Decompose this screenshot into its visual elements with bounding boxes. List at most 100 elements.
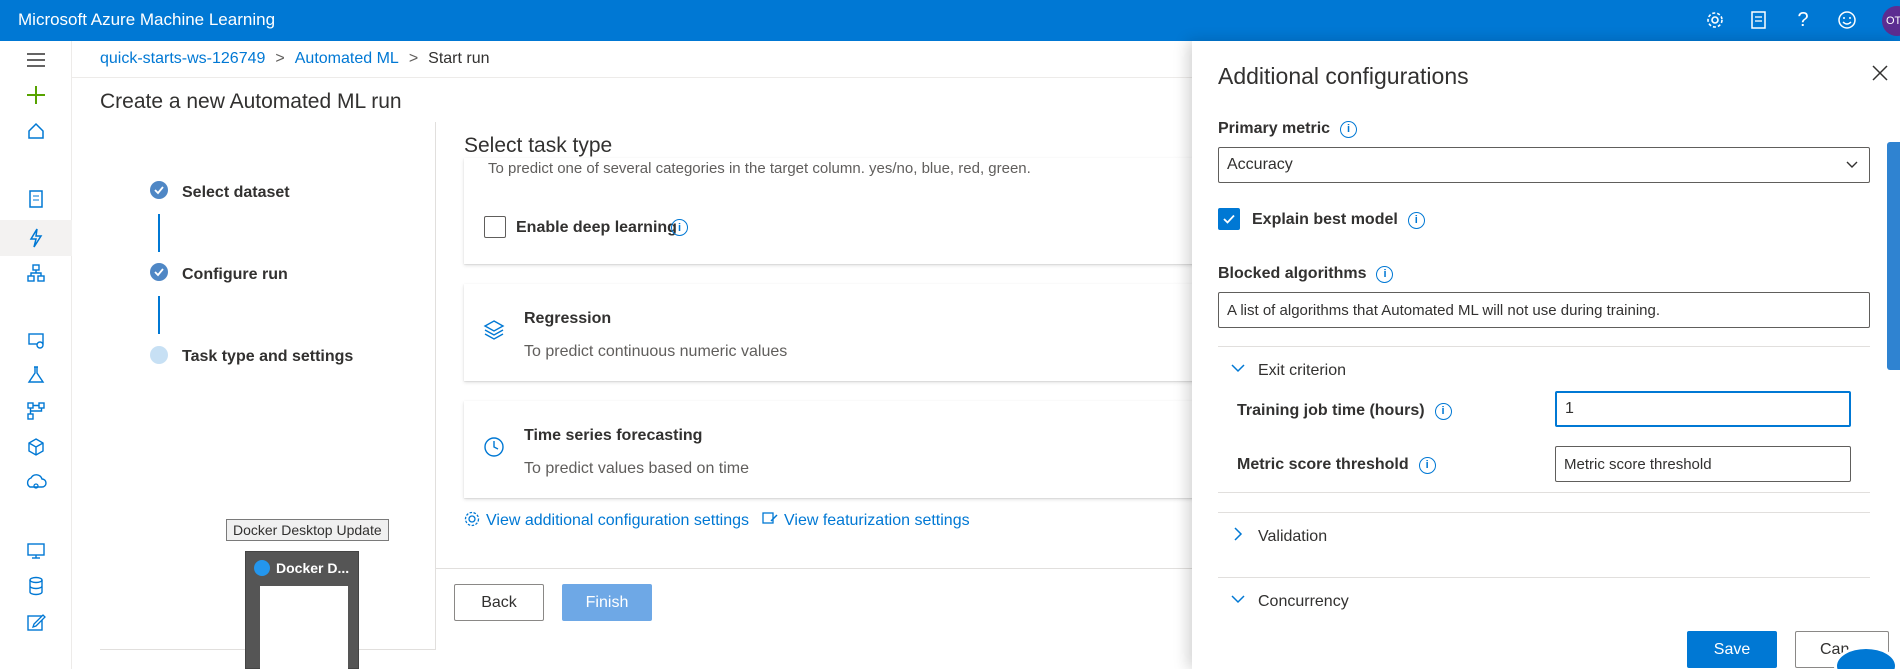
info-icon[interactable]: i xyxy=(1418,456,1436,474)
classification-card[interactable]: To predict one of several categories in … xyxy=(464,158,1204,264)
regression-layers-icon xyxy=(482,318,506,342)
step-task-type-settings[interactable]: Task type and settings xyxy=(182,348,353,366)
breadcrumb-divider xyxy=(72,77,1192,78)
app-title[interactable]: Microsoft Azure Machine Learning xyxy=(18,10,275,30)
info-icon[interactable]: i xyxy=(671,219,688,236)
breadcrumb-separator: > xyxy=(408,50,419,67)
metric-threshold-placeholder: Metric score threshold xyxy=(1564,455,1712,473)
step-select-dataset[interactable]: Select dataset xyxy=(182,184,290,202)
primary-metric-label: Primary metric xyxy=(1218,120,1331,137)
info-icon[interactable]: i xyxy=(1340,120,1358,138)
view-additional-config-link[interactable]: View additional configuration settings xyxy=(486,512,749,530)
time-series-title: Time series forecasting xyxy=(524,427,703,444)
breadcrumb-workspace-link[interactable]: quick-starts-ws-126749 xyxy=(100,50,265,67)
docker-whale-icon xyxy=(254,560,270,576)
save-button[interactable]: Save xyxy=(1687,631,1777,668)
exit-criterion-expander[interactable]: Exit criterion xyxy=(1230,360,1346,381)
section-title: Select task type xyxy=(464,134,613,157)
metric-threshold-label-row: Metric score threshold i xyxy=(1237,456,1436,474)
home-icon[interactable] xyxy=(22,117,50,145)
blocked-algorithms-dropdown[interactable]: A list of algorithms that Automated ML w… xyxy=(1218,292,1870,328)
docker-thumb-preview xyxy=(260,586,348,669)
breadcrumb: quick-starts-ws-126749 > Automated ML > Star… xyxy=(100,50,490,68)
docker-taskbar-thumbnail[interactable]: Docker D... xyxy=(245,551,359,669)
time-series-description: To predict values based on time xyxy=(524,460,750,477)
step-current-dot-icon xyxy=(150,346,168,364)
primary-metric-dropdown[interactable]: Accuracy xyxy=(1218,147,1870,183)
concurrency-expander[interactable]: Concurrency xyxy=(1230,591,1349,612)
breadcrumb-separator: > xyxy=(275,50,285,67)
page-title: Create a new Automated ML run xyxy=(100,90,402,113)
finish-button[interactable]: Finish xyxy=(562,584,652,621)
enable-deep-learning-checkbox[interactable] xyxy=(484,216,506,238)
chevron-right-icon xyxy=(1230,526,1246,547)
explain-best-model-checkbox[interactable] xyxy=(1218,208,1240,230)
training-time-label-row: Training job time (hours) i xyxy=(1237,402,1452,420)
exit-criterion-label: Exit criterion xyxy=(1258,361,1347,379)
close-icon[interactable] xyxy=(1870,63,1890,83)
section-divider xyxy=(1218,346,1870,347)
clock-icon xyxy=(482,435,506,459)
classification-description: To predict one of several categories in … xyxy=(488,160,1031,177)
regression-card[interactable]: Regression To predict continuous numeric… xyxy=(464,284,1204,381)
chevron-down-icon xyxy=(1845,158,1859,177)
feedback-smiley-icon[interactable] xyxy=(1834,7,1860,33)
step-connector xyxy=(158,214,160,252)
docker-thumb-title: Docker D... xyxy=(276,560,350,576)
breadcrumb-automated-ml-link[interactable]: Automated ML xyxy=(295,50,399,67)
models-cube-icon[interactable] xyxy=(22,433,50,461)
step-configure-run[interactable]: Configure run xyxy=(182,266,288,284)
time-series-card[interactable]: Time series forecasting To predict value… xyxy=(464,401,1204,498)
endpoints-icon[interactable] xyxy=(22,469,50,497)
blocked-algorithms-label-row: Blocked algorithms i xyxy=(1218,265,1394,283)
notebook-icon[interactable] xyxy=(22,185,50,213)
featurization-icon xyxy=(762,511,778,532)
info-icon[interactable]: i xyxy=(1434,402,1452,420)
hamburger-menu-icon[interactable] xyxy=(22,46,50,74)
side-feedback-tab[interactable] xyxy=(1887,142,1900,370)
automated-ml-icon[interactable] xyxy=(0,220,72,256)
avatar[interactable]: OT xyxy=(1882,6,1900,36)
training-time-input[interactable]: 1 xyxy=(1555,391,1851,427)
explain-best-model-label-row: Explain best model i xyxy=(1252,211,1425,229)
settings-icon[interactable] xyxy=(1702,7,1728,33)
section-divider xyxy=(1218,577,1870,578)
top-bar: Microsoft Azure Machine Learning ? OT xyxy=(0,0,1900,41)
metric-threshold-input[interactable]: Metric score threshold xyxy=(1555,446,1851,482)
view-featurization-link[interactable]: View featurization settings xyxy=(784,512,970,530)
validation-label: Validation xyxy=(1258,527,1328,545)
panel-title: Additional configurations xyxy=(1218,63,1469,89)
chevron-down-icon xyxy=(1230,360,1246,381)
section-divider xyxy=(1218,512,1870,513)
datasets-icon[interactable] xyxy=(22,326,50,354)
left-nav xyxy=(0,41,72,669)
step-check-icon xyxy=(150,263,168,281)
concurrency-label: Concurrency xyxy=(1258,592,1349,610)
explain-best-model-label: Explain best model xyxy=(1252,211,1398,228)
info-icon[interactable]: i xyxy=(1407,211,1425,229)
help-icon[interactable]: ? xyxy=(1790,7,1816,33)
notes-icon[interactable] xyxy=(1746,7,1772,33)
regression-title: Regression xyxy=(524,310,612,327)
step-check-icon xyxy=(150,181,168,199)
regression-description: To predict continuous numeric values xyxy=(524,343,788,360)
validation-expander[interactable]: Validation xyxy=(1230,526,1327,547)
metric-threshold-label: Metric score threshold xyxy=(1237,456,1409,473)
compute-icon[interactable] xyxy=(22,537,50,565)
primary-metric-label-row: Primary metric i xyxy=(1218,120,1358,138)
designer-icon[interactable] xyxy=(22,259,50,287)
back-button[interactable]: Back xyxy=(454,584,544,621)
footer-divider xyxy=(436,568,1196,569)
step-connector xyxy=(158,296,160,334)
gear-icon xyxy=(464,511,480,532)
pipelines-icon[interactable] xyxy=(22,397,50,425)
docker-tooltip: Docker Desktop Update xyxy=(226,519,389,541)
blocked-algorithms-placeholder: A list of algorithms that Automated ML w… xyxy=(1227,301,1661,319)
plus-icon[interactable] xyxy=(22,81,50,109)
experiments-flask-icon[interactable] xyxy=(22,361,50,389)
enable-deep-learning-label: Enable deep learning xyxy=(516,219,677,236)
info-icon[interactable]: i xyxy=(1376,265,1394,283)
section-divider xyxy=(1218,492,1870,493)
data-labeling-icon[interactable] xyxy=(22,608,50,636)
datastores-icon[interactable] xyxy=(22,572,50,600)
